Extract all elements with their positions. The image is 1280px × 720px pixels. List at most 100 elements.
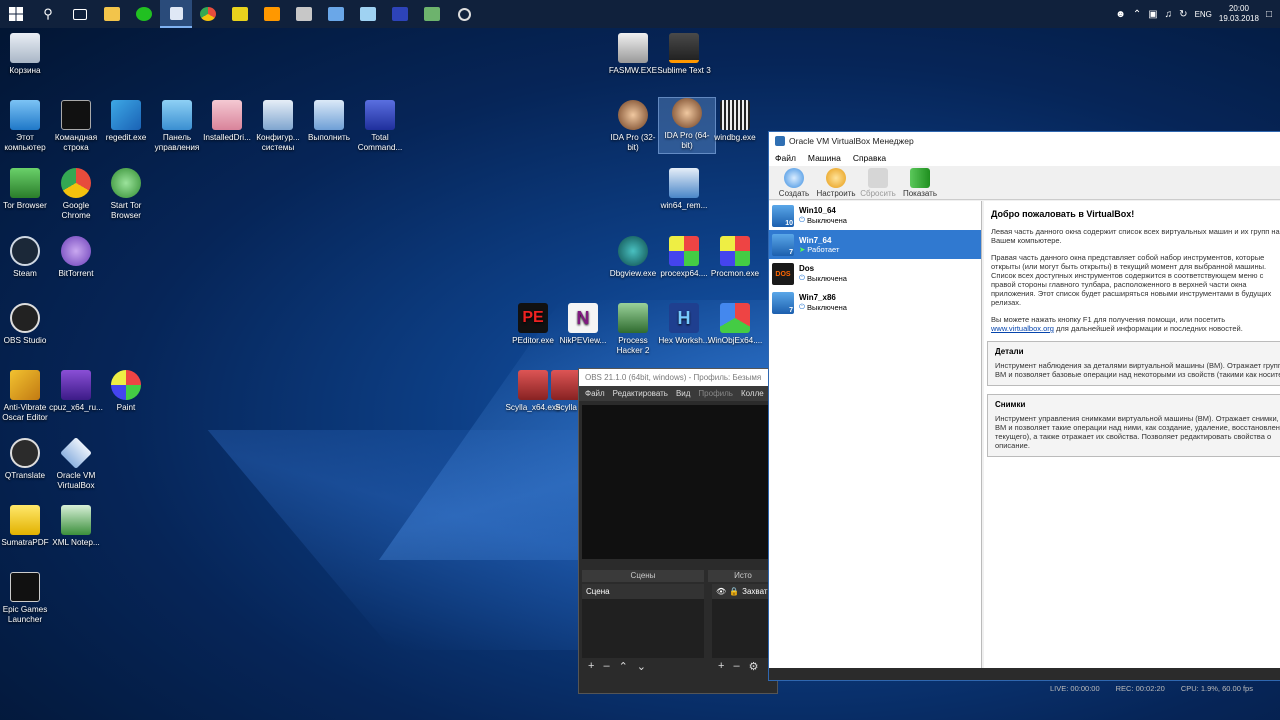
desktop-icon-procmon[interactable]: Procmon.exe — [707, 236, 763, 279]
vbox-menu-file[interactable]: Файл — [775, 150, 796, 166]
desktop-icon-fasmw[interactable]: FASMW.EXE — [605, 33, 661, 76]
obs-menu-edit[interactable]: Редактировать — [613, 386, 668, 401]
desktop-icon-control-panel[interactable]: Панель управления — [149, 100, 205, 152]
desktop-icon-cpuz[interactable]: cpuz_x64_ru... — [48, 370, 104, 413]
desktop-icon-sublime[interactable]: Sublime Text 3 — [656, 33, 712, 76]
show-button[interactable]: Показать — [899, 166, 941, 199]
desktop-icon-peditor[interactable]: PE PEditor.exe — [505, 303, 561, 346]
search-button[interactable]: ⚲ — [32, 0, 64, 28]
desktop-icon-windbg[interactable]: windbg.exe — [707, 100, 763, 143]
desktop-icon-sumatrapdf[interactable]: SumatraPDF — [0, 505, 53, 548]
desktop-icon-process-hacker[interactable]: Process Hacker 2 — [605, 303, 661, 355]
details-text-2: ВМ и позволяет базовые операции над неко… — [995, 370, 1280, 379]
desktop-icon-virtualbox[interactable]: Oracle VM VirtualBox — [48, 437, 104, 490]
desktop-icon-scylla[interactable]: Scylla — [551, 370, 581, 413]
clock[interactable]: 20:00 19.03.2018 — [1219, 4, 1259, 24]
desktop-icon-anti-vibrate[interactable]: Anti-Vibrate Oscar Editor — [0, 370, 53, 422]
desktop-icon-cmd[interactable]: Командная строка — [48, 100, 104, 152]
details-tool-box[interactable]: Детали Инструмент наблюдения за деталями… — [987, 341, 1280, 386]
vm-item[interactable]: DOS Dos ⏻ Выключена — [769, 259, 981, 288]
desktop-icon-epic-games[interactable]: Epic Games Launcher — [0, 572, 53, 624]
obs-scene-item[interactable]: Сцена — [582, 584, 704, 599]
people-icon[interactable]: ☻ — [1115, 9, 1126, 20]
desktop-icon-total-commander[interactable]: Total Command... — [352, 100, 408, 152]
desktop-icon-paint[interactable]: Paint — [98, 370, 154, 413]
move-up-icon[interactable]: ⌃ — [619, 660, 628, 673]
desktop-icon-ida32[interactable]: IDA Pro (32-bit) — [605, 100, 661, 152]
obs-menu-profile[interactable]: Профиль — [698, 386, 733, 401]
task-view-button[interactable] — [64, 0, 96, 28]
chevron-up-icon[interactable]: ⌃ — [1133, 9, 1141, 20]
create-button[interactable]: Создать — [773, 166, 815, 199]
taskbar-sublime[interactable] — [256, 0, 288, 28]
discard-button[interactable]: Сбросить — [857, 166, 899, 199]
add-icon[interactable]: + — [718, 660, 724, 672]
desktop-icon-start-tor[interactable]: Start Tor Browser — [98, 168, 154, 220]
desktop-icon-nikpeviewer[interactable]: N NikPEView... — [555, 303, 611, 346]
gear-icon[interactable]: ⚙ — [749, 660, 759, 673]
desktop-icon-label: Google Chrome — [61, 201, 91, 220]
taskbar-app-disk[interactable] — [384, 0, 416, 28]
network-icon[interactable]: ▣ — [1148, 9, 1157, 20]
desktop-icon-hex-workshop[interactable]: H Hex Worksh... — [656, 303, 712, 346]
desktop-icon-bittorrent[interactable]: BitTorrent — [48, 236, 104, 279]
notification-icon[interactable]: □ — [1266, 9, 1272, 20]
vm-item-selected[interactable]: 7 Win7_64 ➤ Работает — [769, 230, 981, 259]
obs-title[interactable]: OBS 21.1.0 (64bit, windows) - Профиль: Б… — [579, 369, 777, 386]
obs-menu-file[interactable]: Файл — [585, 386, 605, 401]
settings-button[interactable]: Настроить — [815, 166, 857, 199]
virtualbox-window[interactable]: Oracle VM VirtualBox Менеджер Файл Машин… — [768, 131, 1280, 681]
desktop-icon-win64-remote[interactable]: win64_rem... — [656, 168, 712, 211]
snapshots-text-3: текущего), а также отражает их свойства.… — [995, 432, 1272, 441]
obs-scenes-list[interactable]: Сцена — [582, 584, 704, 658]
taskbar-green-app[interactable] — [128, 0, 160, 28]
desktop-icon-recycle-bin[interactable]: Корзина — [0, 33, 53, 76]
lock-icon[interactable]: 🔒 — [729, 587, 739, 596]
virtualbox-link[interactable]: www.virtualbox.org — [991, 324, 1054, 333]
taskbar-explorer[interactable] — [96, 0, 128, 28]
desktop-icon-sysconfig[interactable]: Конфигур... системы — [250, 100, 306, 152]
obs-window[interactable]: OBS 21.1.0 (64bit, windows) - Профиль: Б… — [578, 368, 778, 694]
desktop-icon-obs[interactable]: OBS Studio — [0, 303, 53, 346]
desktop-icon-dbgview[interactable]: Dbgview.exe — [605, 236, 661, 279]
vbox-menu-help[interactable]: Справка — [853, 150, 886, 166]
desktop-icon-this-pc[interactable]: Этот компьютер — [0, 100, 53, 152]
eye-icon[interactable]: 👁 — [716, 587, 726, 596]
vbox-titlebar[interactable]: Oracle VM VirtualBox Менеджер — [769, 132, 1280, 150]
taskbar-app-green2[interactable] — [416, 0, 448, 28]
desktop-icon-tor-browser[interactable]: Tor Browser — [0, 168, 53, 211]
vm-item[interactable]: 7 Win7_x86 ⏻ Выключена — [769, 288, 981, 317]
add-icon[interactable]: + — [588, 660, 594, 672]
start-button[interactable] — [0, 0, 32, 28]
volume-icon[interactable]: ♫ — [1165, 9, 1173, 20]
taskbar-obs[interactable] — [448, 0, 480, 28]
vbox-menu-machine[interactable]: Машина — [808, 150, 841, 166]
taskbar-app-gray[interactable] — [288, 0, 320, 28]
obs-preview[interactable] — [582, 405, 778, 559]
desktop-icon-installeddrivers[interactable]: InstalledDri... — [199, 100, 255, 143]
taskbar-app-cyan[interactable] — [352, 0, 384, 28]
desktop-icon-run[interactable]: Выполнить — [301, 100, 357, 143]
vm-item[interactable]: 10 Win10_64 ⏻ Выключена — [769, 201, 981, 230]
chrome-icon — [61, 168, 91, 198]
desktop-icon-regedit[interactable]: regedit.exe — [98, 100, 154, 143]
desktop-icon-procexp[interactable]: procexp64.... — [656, 236, 712, 279]
obs-menu-collection[interactable]: Колле — [741, 386, 764, 401]
taskbar-app-blue[interactable] — [320, 0, 352, 28]
obs-menu-view[interactable]: Вид — [676, 386, 690, 401]
desktop-icon-xml-notepad[interactable]: XML Notep... — [48, 505, 104, 548]
desktop-icon-winobjex[interactable]: WinObjEx64.... — [707, 303, 763, 346]
remove-icon[interactable]: – — [603, 660, 609, 672]
taskbar-virtualbox[interactable] — [160, 0, 192, 28]
sync-icon[interactable]: ↻ — [1179, 9, 1187, 20]
snapshots-tool-box[interactable]: Снимки Инструмент управления снимками ви… — [987, 394, 1280, 457]
desktop-icon-qtranslate[interactable]: QTranslate — [0, 438, 53, 481]
taskbar-app-yellow[interactable] — [224, 0, 256, 28]
desktop-icon-steam[interactable]: Steam — [0, 236, 53, 279]
epic-games-icon — [10, 572, 40, 602]
desktop-icon-chrome[interactable]: Google Chrome — [48, 168, 104, 220]
language-indicator[interactable]: ENG — [1195, 10, 1212, 19]
taskbar-chrome[interactable] — [192, 0, 224, 28]
remove-icon[interactable]: – — [733, 660, 739, 672]
move-down-icon[interactable]: ⌄ — [637, 660, 646, 673]
